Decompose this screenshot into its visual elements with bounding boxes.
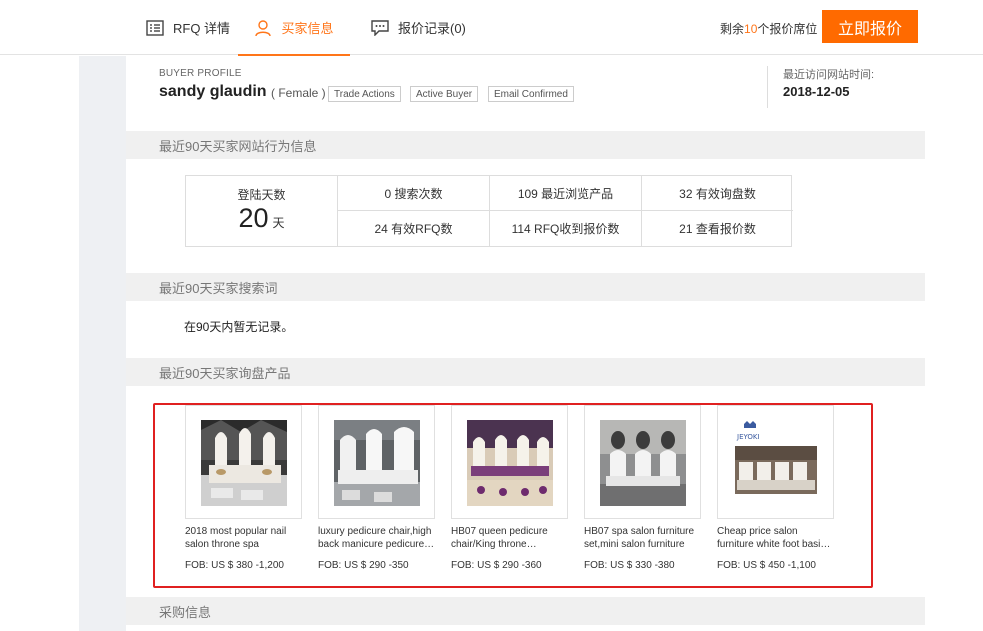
product-image <box>600 420 686 506</box>
stat-recent-viewed: 109 最近浏览产品 <box>489 176 641 211</box>
product-card[interactable]: HB07 spa salon furniture set,mini salon … <box>584 405 702 571</box>
user-icon <box>254 19 272 37</box>
product-price: FOB: US $ 330 -380 <box>584 560 675 571</box>
tab-quote-records[interactable]: 报价记录(0) <box>371 0 466 55</box>
tag-active-buyer: Active Buyer <box>410 86 479 102</box>
section-header-behavior: 最近90天买家网站行为信息 <box>126 131 925 159</box>
login-days-value: 20 <box>238 203 269 233</box>
tab-rfq-details[interactable]: RFQ 详情 <box>146 0 230 55</box>
product-card[interactable]: luxury pedicure chair,high back manicure… <box>318 405 436 571</box>
product-image-frame[interactable] <box>584 405 701 519</box>
product-card[interactable]: HB07 queen pedicure chair/King throne… F… <box>451 405 569 571</box>
product-card[interactable]: 2018 most popular nail salon throne spa … <box>185 405 303 571</box>
profile-caption: BUYER PROFILE <box>159 68 242 79</box>
seats-count: 10 <box>744 22 758 36</box>
section-header-purchase: 采购信息 <box>126 597 925 625</box>
divider <box>767 66 768 108</box>
product-price: FOB: US $ 450 -1,100 <box>717 560 816 571</box>
tab-label: 买家信息 <box>281 21 334 36</box>
page-gutter <box>79 56 126 631</box>
page-gutter-right <box>925 56 983 631</box>
product-price: FOB: US $ 380 -1,200 <box>185 560 284 571</box>
product-title[interactable]: 2018 most popular nail salon throne spa … <box>185 525 303 552</box>
last-visit-date: 2018-12-05 <box>783 84 850 99</box>
tag-trade-actions: Trade Actions <box>328 86 401 102</box>
product-image-frame[interactable] <box>451 405 568 519</box>
product-image <box>334 420 420 506</box>
document-list-icon <box>146 19 164 36</box>
buyer-name: sandy glaudin <box>159 83 267 100</box>
section-header-inquired-products: 最近90天买家询盘产品 <box>126 358 925 386</box>
chat-quote-icon <box>371 19 389 36</box>
product-price: FOB: US $ 290 -360 <box>451 560 542 571</box>
login-days-cell: 登陆天数 20 天 <box>186 176 337 246</box>
stat-valid-inquiries: 32 有效询盘数 <box>641 176 793 211</box>
product-price: FOB: US $ 290 -350 <box>318 560 409 571</box>
product-title[interactable]: HB07 queen pedicure chair/King throne… <box>451 525 569 552</box>
tab-label: RFQ 详情 <box>173 21 231 36</box>
stat-rfq-quotes-received: 114 RFQ收到报价数 <box>489 211 641 246</box>
product-image <box>201 420 287 506</box>
product-image-frame[interactable] <box>185 405 302 519</box>
no-record-message: 在90天内暂无记录。 <box>184 320 294 334</box>
remaining-seats: 剩余10个报价席位 <box>720 20 817 37</box>
product-image-frame[interactable] <box>318 405 435 519</box>
top-tab-bar: RFQ 详情 买家信息 报价记录(0) 剩余10个报价席位 立即报价 <box>0 0 983 56</box>
buyer-gender: ( Female ) <box>271 86 326 100</box>
last-visit-label: 最近访问网站时间: <box>783 69 875 81</box>
login-days-label: 登陆天数 <box>237 188 286 202</box>
stat-quotes-viewed: 21 查看报价数 <box>641 211 793 246</box>
brand-logo-text: JEYOKI <box>736 433 760 441</box>
product-title[interactable]: Cheap price salon furniture white foot b… <box>717 525 835 552</box>
tab-label: 报价记录(0) <box>398 21 466 36</box>
product-title[interactable]: HB07 spa salon furniture set,mini salon … <box>584 525 702 552</box>
tab-buyer-info[interactable]: 买家信息 <box>238 0 350 56</box>
stat-search-count: 0 搜索次数 <box>337 176 489 211</box>
product-image-frame[interactable]: JEYOKI <box>717 405 834 519</box>
product-card[interactable]: JEYOKI Cheap price salon furniture white… <box>717 405 835 571</box>
quote-now-button[interactable]: 立即报价 <box>822 10 918 43</box>
seats-prefix: 剩余 <box>720 22 745 36</box>
tag-email-confirmed: Email Confirmed <box>488 86 574 102</box>
seats-suffix: 个报价席位 <box>757 22 818 36</box>
behavior-stats-table: 登陆天数 20 天 0 搜索次数 109 最近浏览产品 32 有效询盘数 24 有… <box>185 175 793 247</box>
product-image: JEYOKI <box>733 420 819 506</box>
section-header-search-terms: 最近90天买家搜索词 <box>126 273 925 301</box>
stat-valid-rfq: 24 有效RFQ数 <box>337 211 489 246</box>
product-image <box>467 420 553 506</box>
buyer-info-panel: BUYER PROFILE sandy glaudin ( Female ) T… <box>126 56 925 631</box>
login-days-unit: 天 <box>272 216 285 230</box>
product-title[interactable]: luxury pedicure chair,high back manicure… <box>318 525 436 552</box>
